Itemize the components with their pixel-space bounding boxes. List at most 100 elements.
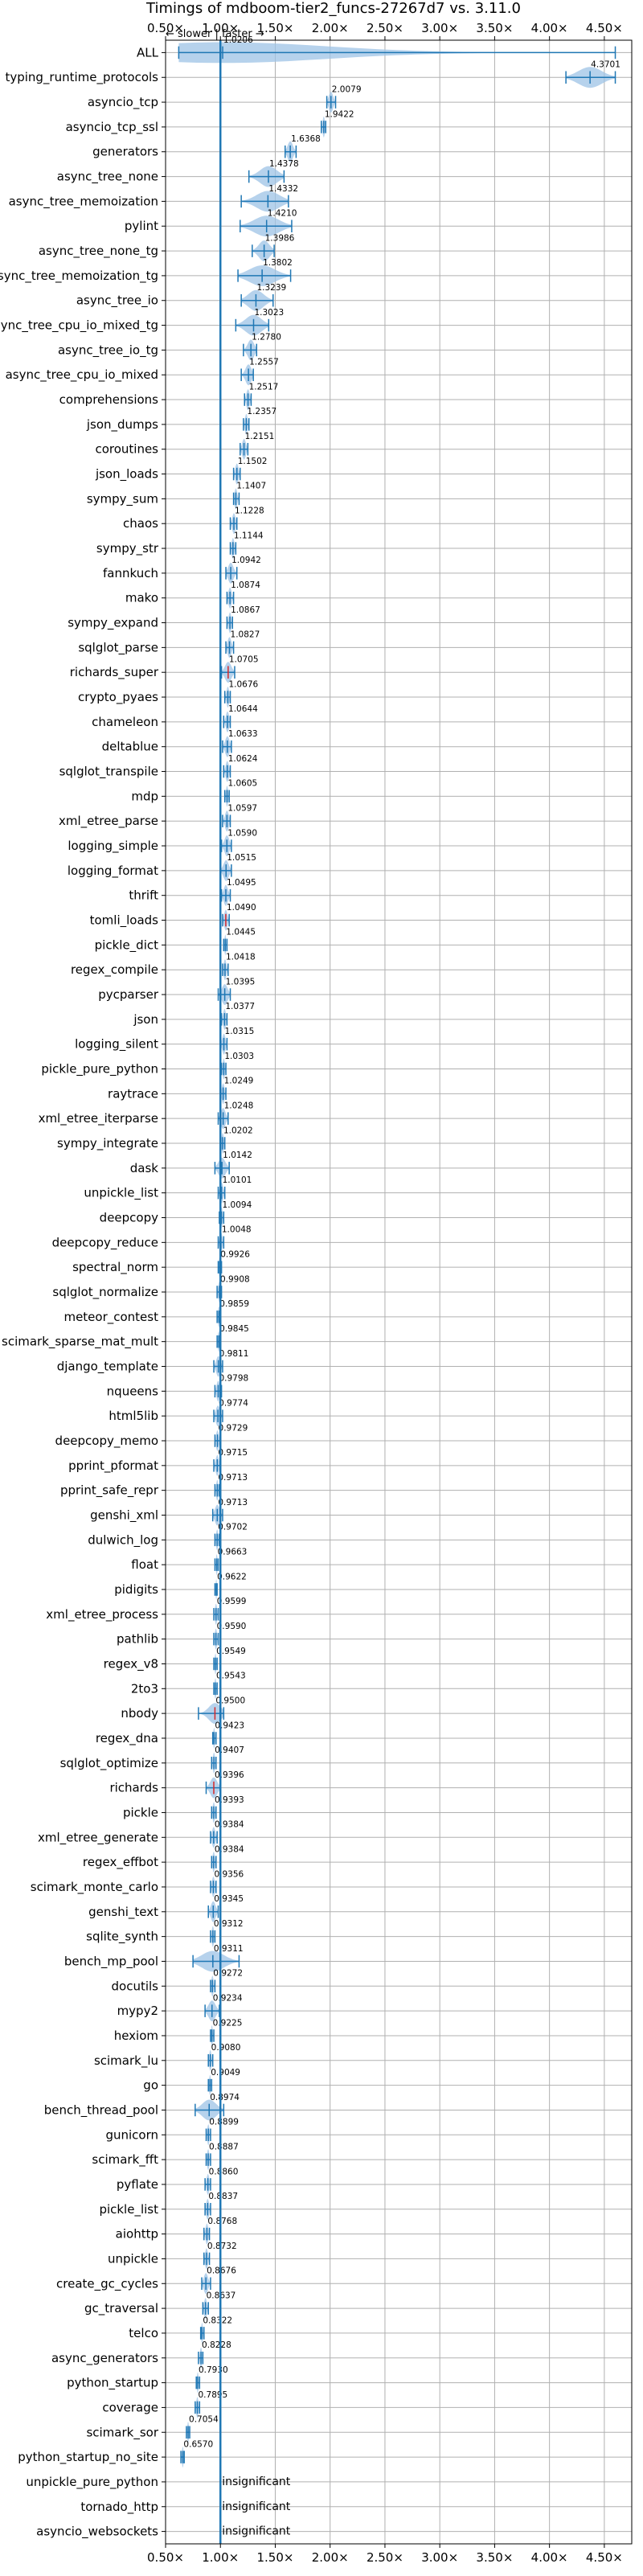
ratio-label: 0.8974 [210, 2093, 240, 2102]
bench-label: json_loads [95, 467, 158, 482]
bench-label: pickle_pure_python [41, 1062, 158, 1077]
bench-label: json [133, 1012, 158, 1027]
ratio-label: 0.9049 [211, 2068, 240, 2078]
bench-label: logging_simple [68, 839, 158, 854]
bench-label: scimark_sparse_mat_mult [2, 1335, 158, 1350]
ratio-label: 0.9311 [214, 1944, 244, 1954]
bench-label: logging_format [68, 863, 158, 879]
ratio-label: 0.9926 [220, 1250, 250, 1260]
ratio-label: 0.8322 [203, 2316, 232, 2325]
bench-label: xml_etree_iterparse [39, 1111, 158, 1126]
ratio-label: 1.1144 [234, 531, 264, 540]
ratio-label: 0.9225 [213, 2018, 243, 2028]
ratio-label: 1.0101 [223, 1175, 252, 1185]
x-tick-label-top: 2.50× [367, 21, 403, 35]
ratio-label: 0.9663 [218, 1547, 248, 1557]
violins: 1.02064.37012.00791.94221.63681.43781.43… [178, 35, 620, 2538]
bench-label: generators [92, 145, 158, 159]
ratio-label: 1.2780 [252, 333, 281, 343]
insignificant-label: insignificant [222, 2500, 291, 2513]
bench-label: ALL [137, 45, 159, 59]
ratio-label: 1.3802 [263, 258, 293, 268]
bench-label: regex_effbot [83, 1855, 158, 1870]
ratio-label: 0.9798 [219, 1374, 248, 1384]
bench-label: sqlglot_parse [78, 640, 158, 655]
ratio-label: 0.9774 [219, 1399, 248, 1409]
x-tick-label-bottom: 3.50× [476, 2550, 513, 2565]
ratio-label: 1.0827 [231, 630, 260, 640]
ratio-label: 1.0495 [227, 878, 256, 888]
x-tick-label-bottom: 4.00× [531, 2550, 568, 2565]
ratio-label: 0.9908 [220, 1274, 250, 1284]
bench-label: 2to3 [131, 1681, 158, 1696]
ratio-label: 1.2151 [245, 432, 275, 441]
ratio-label: 0.8676 [207, 2266, 236, 2276]
bench-label: raytrace [108, 1086, 158, 1101]
bench-label: comprehensions [59, 392, 159, 407]
bench-label: asyncio_tcp [88, 95, 158, 110]
bench-label: mako [125, 591, 158, 605]
bench-label: scimark_sor [86, 2425, 158, 2440]
x-tick-label-top: 1.50× [256, 21, 293, 35]
bench-label: pidigits [114, 1582, 158, 1597]
ratio-label: 0.9622 [217, 1572, 247, 1581]
ratio-label: 0.9234 [213, 1993, 243, 2003]
bench-label: tornado_http [80, 2500, 158, 2515]
ratio-label: 0.8860 [209, 2167, 239, 2176]
bench-label: coroutines [95, 442, 158, 457]
bench-label: dask [130, 1161, 159, 1175]
bench-label: sympy_sum [87, 491, 158, 507]
x-tick-label-top: 3.00× [421, 21, 458, 35]
bench-label: typing_runtime_protocols [5, 70, 158, 85]
axes: 0.50× 0.50× 1.00× 1.00× 1.50× 1.50× 2.00× 2.00×… [147, 21, 633, 2565]
bench-label: pathlib [117, 1632, 158, 1647]
bench-label: spectral_norm [72, 1260, 158, 1275]
bench-label: async_tree_memoization_tg [0, 269, 158, 284]
x-tick-label-bottom: 4.50× [586, 2550, 623, 2565]
ratio-label: 0.8837 [208, 2192, 238, 2201]
bench-label: xml_etree_generate [38, 1830, 158, 1845]
bench-label: fannkuch [103, 566, 158, 580]
ratio-label: 0.8768 [207, 2217, 237, 2226]
bench-label: async_generators [51, 2351, 158, 2366]
bench-label: regex_compile [71, 962, 158, 978]
ratio-label: 0.9859 [219, 1299, 249, 1309]
ratio-label: 0.8887 [209, 2142, 239, 2151]
chart-title: Timings of mdboom-tier2_funcs-27267d7 vs… [145, 0, 521, 17]
bench-label: deepcopy_reduce [52, 1235, 158, 1250]
ratio-label: 1.2357 [247, 407, 276, 416]
bench-label: pprint_pformat [68, 1458, 158, 1474]
ratio-label: 1.0202 [223, 1126, 253, 1135]
ratio-label: 0.9423 [215, 1721, 244, 1730]
bench-label: html5lib [109, 1409, 158, 1423]
bench-labels: ALL typing_runtime_protocols asyncio_tcpas… [0, 45, 159, 2539]
ratio-label: 1.3986 [265, 233, 295, 243]
ratio-label: 1.0249 [224, 1077, 254, 1086]
ratio-label: 0.9384 [215, 1820, 244, 1830]
bench-label: json_dumps [86, 417, 158, 433]
ratio-label: 1.0418 [226, 953, 256, 962]
x-tick-label-bottom: 2.50× [367, 2550, 403, 2565]
bench-label: genshi_xml [90, 1507, 158, 1523]
bench-label: telco [129, 2326, 158, 2340]
bench-label: scimark_monte_carlo [31, 1880, 158, 1895]
bench-label: richards_super [70, 665, 159, 680]
ratio-label: 4.3701 [591, 60, 620, 70]
ratio-label: 1.0094 [223, 1200, 252, 1210]
ratio-label: 0.8228 [202, 2340, 231, 2350]
bench-label: tomli_loads [90, 913, 159, 929]
ratio-label: 1.0676 [228, 679, 258, 689]
bench-label: pprint_safe_repr [60, 1483, 159, 1499]
ratio-label: 1.2557 [249, 358, 279, 367]
bench-label: sympy_str [96, 541, 159, 556]
x-tick-label-bottom: 0.50× [147, 2550, 184, 2565]
ratio-label: 1.0942 [231, 556, 261, 565]
ratio-label: 1.0395 [226, 977, 256, 987]
ratio-label: 1.4378 [269, 159, 299, 169]
ratio-label: 0.8899 [209, 2118, 239, 2127]
ratio-label: 1.4332 [268, 184, 298, 194]
ratio-label: 1.0624 [228, 754, 258, 764]
bench-label: nbody [121, 1706, 158, 1721]
ratio-label: 0.6570 [183, 2439, 213, 2449]
bench-label: sqlglot_optimize [60, 1756, 158, 1771]
